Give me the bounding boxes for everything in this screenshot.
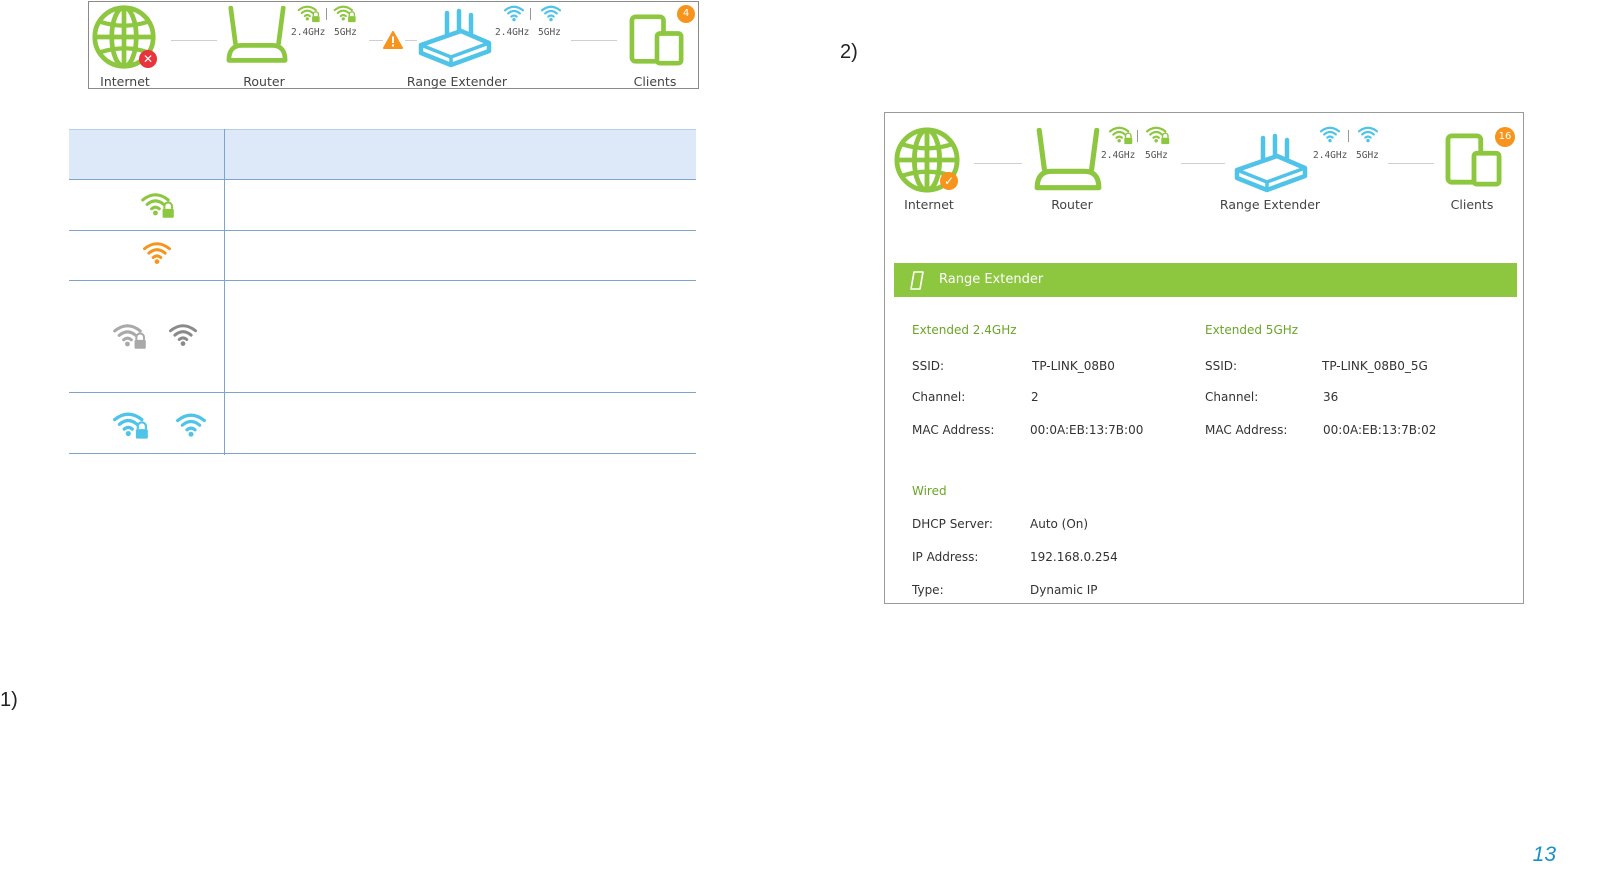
router-icon[interactable]: [1031, 128, 1105, 194]
extender-freq-24: 2.4GHz: [495, 27, 530, 38]
clients-icon[interactable]: [629, 14, 685, 66]
wifi-blue-icon: [175, 411, 207, 438]
router-label: Router: [243, 74, 285, 89]
connector-line: [405, 40, 417, 41]
router-wifi-5-locked-icon: [1145, 125, 1171, 145]
extender-section-icon: [910, 271, 924, 290]
range-extender-status-panel: ✓ Internet 2.4GHz 5GHz Router 2.4GHz 5GH…: [884, 112, 1524, 604]
divider: [530, 8, 531, 20]
type-value: Dynamic IP: [1030, 583, 1098, 597]
row-divider: [69, 280, 696, 281]
extender-wifi-5-icon: [1357, 125, 1379, 143]
channel-value-24: 2: [1031, 390, 1039, 404]
divider: [326, 8, 327, 20]
clients-label: Clients: [1450, 197, 1494, 212]
extended-24-heading: Extended 2.4GHz: [912, 323, 1017, 337]
table-header: [69, 129, 696, 180]
wired-heading: Wired: [912, 484, 947, 498]
extender-freq-24: 2.4GHz: [1313, 150, 1348, 161]
channel-label-24: Channel:: [912, 390, 966, 404]
router-wifi-24-locked-icon: [297, 4, 321, 23]
ssid-value-5: TP-LINK_08B0_5G: [1322, 359, 1428, 373]
router-freq-5: 5GHz: [1145, 150, 1168, 161]
connector-line: [571, 40, 617, 41]
row-divider: [69, 392, 696, 393]
step-1-label: 1): [0, 689, 18, 711]
extended-5-heading: Extended 5GHz: [1205, 323, 1299, 337]
range-extender-section-header[interactable]: Range Extender: [894, 263, 1517, 297]
extender-label: Range Extender: [1219, 197, 1321, 212]
mac-value-5: 00:0A:EB:13:7B:02: [1323, 423, 1437, 437]
divider: [1137, 130, 1138, 142]
ssid-label-24: SSID:: [912, 359, 945, 373]
type-label: Type:: [912, 583, 944, 597]
ip-value: 192.168.0.254: [1030, 550, 1118, 564]
channel-label-5: Channel:: [1205, 390, 1259, 404]
connector-line: [369, 40, 383, 41]
row-divider: [69, 230, 696, 231]
clients-count-badge: 4: [677, 5, 695, 23]
channel-value-5: 36: [1323, 390, 1339, 404]
wifi-locked-green-icon: [140, 191, 176, 219]
ssid-label-5: SSID:: [1205, 359, 1238, 373]
dhcp-value: Auto (On): [1030, 517, 1089, 531]
column-divider: [224, 129, 225, 455]
connector-line: [1388, 163, 1434, 164]
dhcp-label: DHCP Server:: [912, 517, 993, 531]
mac-label-5: MAC Address:: [1205, 423, 1288, 437]
internet-error-icon: ✕: [139, 50, 157, 68]
topology-diagram-1: ✕ Internet 2.4GHz 5GHz Router 2.4GHz 5GH…: [88, 1, 699, 89]
warning-icon[interactable]: [383, 31, 403, 49]
extender-wifi-24-icon: [503, 4, 525, 22]
extender-wifi-24-icon: [1319, 125, 1341, 143]
ssid-value-24: TP-LINK_08B0: [1032, 359, 1115, 373]
mac-value-24: 00:0A:EB:13:7B:00: [1030, 423, 1144, 437]
connector-line: [1181, 163, 1225, 164]
internet-ok-icon: ✓: [940, 172, 958, 190]
range-extender-icon[interactable]: [417, 8, 493, 70]
extender-wifi-5-icon: [540, 4, 562, 22]
internet-label: Internet: [100, 74, 150, 89]
clients-label: Clients: [633, 74, 677, 89]
divider: [1348, 130, 1349, 142]
wifi-gray-icon: [168, 322, 198, 347]
mac-label-24: MAC Address:: [912, 423, 995, 437]
connector-line: [974, 163, 1022, 164]
router-freq-24: 2.4GHz: [291, 27, 326, 38]
router-freq-5: 5GHz: [334, 27, 357, 38]
connector-line: [171, 40, 217, 41]
extender-label: Range Extender: [406, 74, 508, 89]
router-wifi-24-locked-icon: [1108, 125, 1134, 145]
router-icon[interactable]: [223, 6, 291, 66]
router-freq-24: 2.4GHz: [1101, 150, 1136, 161]
range-extender-icon[interactable]: [1233, 133, 1309, 195]
router-wifi-5-locked-icon: [333, 4, 357, 23]
router-label: Router: [1051, 197, 1093, 212]
extender-freq-5: 5GHz: [538, 27, 561, 38]
clients-icon[interactable]: [1445, 133, 1503, 187]
section-title: Range Extender: [939, 272, 1044, 287]
step-2-label: 2): [840, 41, 858, 63]
extender-freq-5: 5GHz: [1356, 150, 1379, 161]
internet-label: Internet: [904, 197, 954, 212]
clients-count-badge: 16: [1495, 127, 1515, 147]
wifi-locked-gray-icon: [112, 322, 148, 350]
row-divider: [69, 453, 696, 454]
wifi-orange-icon: [142, 240, 172, 265]
wifi-locked-blue-icon: [112, 410, 150, 440]
ip-label: IP Address:: [912, 550, 979, 564]
page-number: 13: [1532, 843, 1556, 866]
